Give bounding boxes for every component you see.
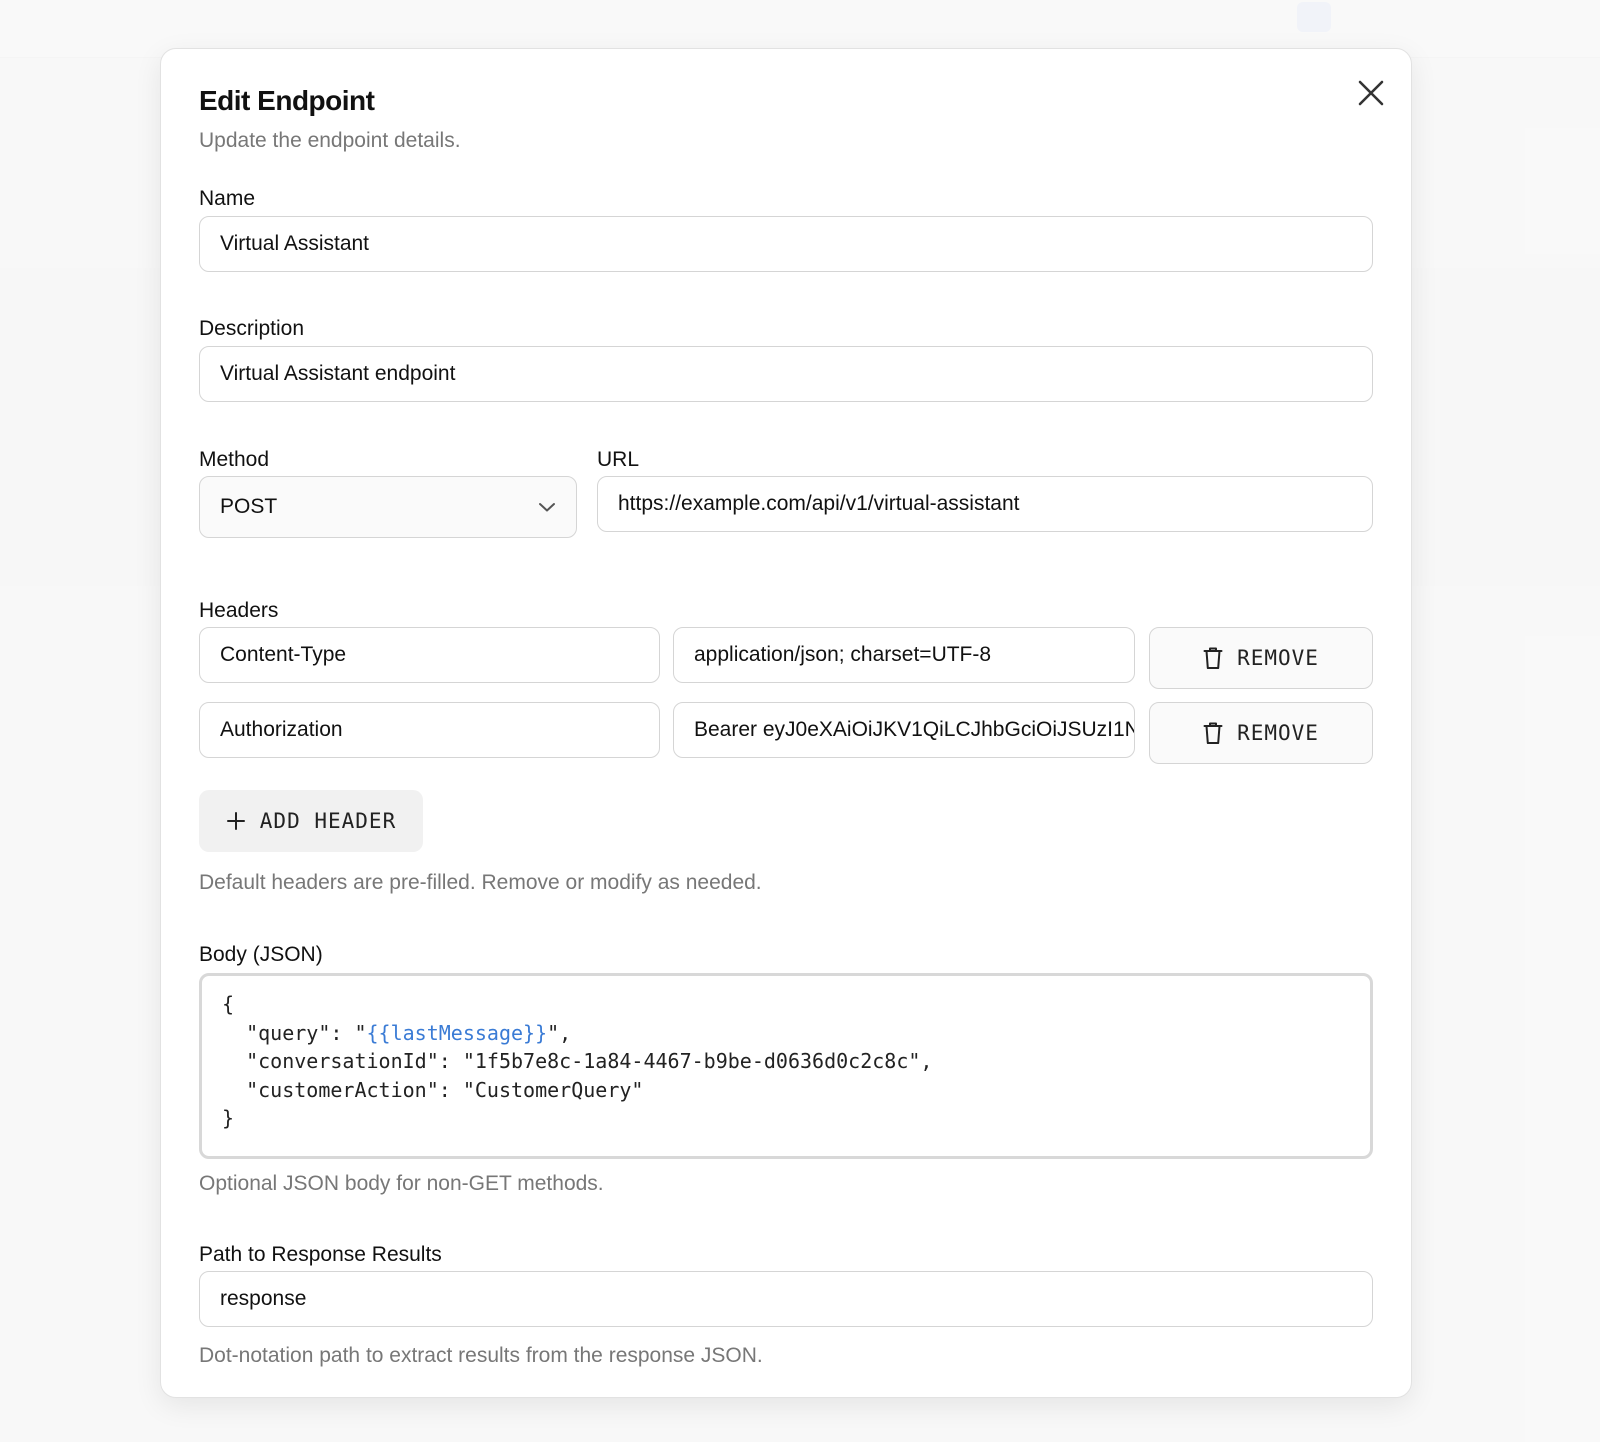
name-input[interactable]: Virtual Assistant bbox=[199, 216, 1373, 272]
url-input[interactable]: https://example.com/api/v1/virtual-assis… bbox=[597, 476, 1373, 532]
header-value-input[interactable]: Bearer eyJ0eXAiOiJKV1QiLCJhbGciOiJSUzI1N bbox=[673, 702, 1135, 758]
trash-icon bbox=[1203, 647, 1223, 669]
json-key: "customerAction": bbox=[246, 1077, 463, 1102]
response-path-hint: Dot-notation path to extract results fro… bbox=[199, 1344, 763, 1367]
method-select[interactable]: POST bbox=[199, 476, 577, 538]
headers-label: Headers bbox=[199, 599, 279, 622]
remove-header-label: REMOVE bbox=[1237, 721, 1319, 745]
method-label: Method bbox=[199, 448, 270, 471]
header-key-input[interactable]: Authorization bbox=[199, 702, 660, 758]
headers-hint: Default headers are pre-filled. Remove o… bbox=[199, 871, 762, 894]
json-template-variable: {{lastMessage}} bbox=[366, 1020, 548, 1045]
close-icon bbox=[1358, 80, 1384, 106]
response-path-label: Path to Response Results bbox=[199, 1243, 442, 1266]
name-label: Name bbox=[199, 187, 256, 210]
edit-endpoint-dialog: Edit Endpoint Update the endpoint detail… bbox=[160, 48, 1412, 1398]
add-header-label: ADD HEADER bbox=[259, 809, 397, 833]
plus-icon bbox=[226, 812, 245, 830]
json-quote: ", bbox=[547, 1020, 572, 1045]
body-label: Body (JSON) bbox=[199, 943, 323, 966]
description-label: Description bbox=[199, 317, 305, 340]
body-json-editor[interactable]: { "query": "{{lastMessage}}", "conversat… bbox=[199, 973, 1373, 1159]
add-header-button[interactable]: ADD HEADER bbox=[199, 790, 423, 852]
remove-header-label: REMOVE bbox=[1237, 646, 1319, 670]
json-close-brace: } bbox=[222, 1106, 235, 1130]
description-input[interactable]: Virtual Assistant endpoint bbox=[199, 346, 1373, 402]
body-hint: Optional JSON body for non-GET methods. bbox=[199, 1172, 604, 1195]
dialog-title: Edit Endpoint bbox=[199, 85, 375, 116]
dialog-subtitle: Update the endpoint details. bbox=[199, 129, 461, 152]
remove-header-button[interactable]: REMOVE bbox=[1149, 702, 1373, 764]
header-value-input[interactable]: application/json; charset=UTF-8 bbox=[673, 627, 1135, 683]
json-quote: " bbox=[354, 1020, 367, 1045]
url-label: URL bbox=[597, 448, 640, 471]
trash-icon bbox=[1203, 722, 1223, 744]
json-value: "CustomerQuery" bbox=[462, 1077, 644, 1102]
json-value: "1f5b7e8c-1a84-4467-b9be-d0636d0c2c8c", bbox=[462, 1049, 933, 1073]
json-open-brace: { bbox=[222, 992, 235, 1016]
chevron-down-icon bbox=[539, 503, 555, 512]
json-key: "conversationId": bbox=[246, 1049, 463, 1073]
header-key-input[interactable]: Content-Type bbox=[199, 627, 660, 683]
close-button[interactable] bbox=[1353, 75, 1389, 111]
method-selected-value: POST bbox=[220, 495, 278, 518]
response-path-input[interactable]: response bbox=[199, 1271, 1373, 1327]
remove-header-button[interactable]: REMOVE bbox=[1149, 627, 1373, 689]
json-key: "query": bbox=[246, 1020, 355, 1045]
